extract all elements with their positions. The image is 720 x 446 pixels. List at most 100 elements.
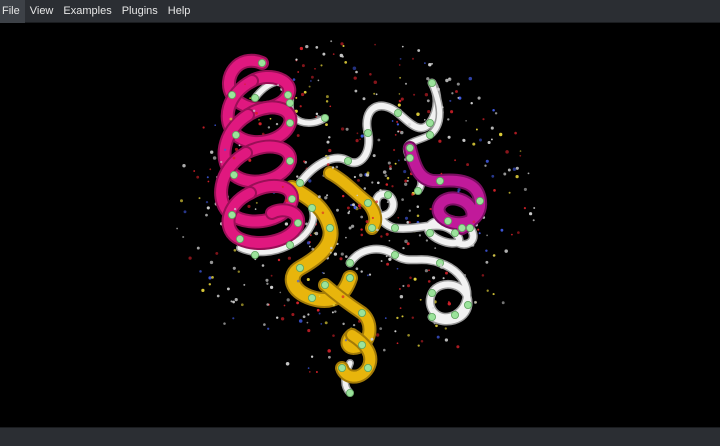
atom-sphere [306,321,309,324]
atom-sphere [388,239,391,242]
atom-sphere [223,322,226,325]
atom-sphere [332,334,335,337]
atom-sphere [387,161,391,165]
atom-sphere [325,100,329,103]
atom-sphere [374,43,376,46]
atom-sphere [386,262,390,266]
atom-sphere [396,267,399,270]
menu-file[interactable]: File [0,0,25,23]
atom-sphere [324,321,328,325]
atom-sphere [368,273,372,276]
atom-sphere [432,306,435,309]
atom-sphere [352,203,355,207]
atom-sphere [416,112,420,117]
atom-sphere [418,234,421,237]
atom-sphere [360,134,364,138]
c-alpha-sphere [283,91,292,100]
atom-sphere [207,180,210,183]
c-alpha-sphere [413,186,422,195]
atom-sphere [330,40,333,43]
atom-sphere [327,349,331,353]
atom-sphere [447,118,450,121]
atom-sphere [352,323,356,327]
atom-sphere [223,148,227,152]
atom-sphere [252,109,256,113]
c-alpha-sphere [345,388,354,397]
atom-sphere [233,248,237,252]
c-alpha-sphere [363,363,372,372]
atom-sphere [193,170,196,172]
menu-help[interactable]: Help [163,0,196,23]
c-alpha-sphere [250,250,259,259]
atom-sphere [307,329,311,333]
c-alpha-sphere [231,131,240,140]
atom-sphere [359,173,363,178]
atom-sphere [311,75,314,79]
c-alpha-sphere [390,223,399,232]
atom-sphere [426,99,430,103]
atom-sphere [413,277,417,281]
menu-view[interactable]: View [25,0,59,23]
atom-sphere [503,172,507,176]
atom-sphere [428,62,432,67]
atom-sphere [208,283,212,286]
atom-sphere [413,93,416,96]
menu-plugins[interactable]: Plugins [117,0,163,23]
atom-sphere [380,260,383,262]
atom-sphere [309,234,312,237]
atom-sphere [492,293,495,296]
atom-sphere [210,150,214,154]
c-alpha-sphere [475,196,484,205]
atom-sphere [352,66,357,71]
atom-sphere [432,276,436,280]
atom-sphere [475,128,478,131]
atom-sphere [296,301,300,305]
c-alpha-sphere [307,293,316,302]
atom-sphere [359,138,361,141]
atom-sphere [310,355,314,358]
atom-sphere [402,284,405,288]
atom-sphere [309,245,311,248]
c-alpha-sphere [425,228,434,237]
atom-sphere [507,168,511,172]
atom-sphere [255,201,258,204]
atom-sphere [291,312,295,317]
status-bar [0,427,720,446]
c-alpha-sphere [435,176,444,185]
molecule-viewport-canvas[interactable] [0,23,720,427]
atom-sphere [444,327,447,330]
c-alpha-sphere [345,258,354,267]
atom-sphere [441,106,444,109]
atom-sphere [508,191,511,194]
atom-sphere [465,120,467,122]
atom-sphere [335,165,339,169]
c-alpha-sphere [383,190,392,199]
atom-sphere [270,285,274,289]
atom-sphere [398,64,401,66]
atom-sphere [436,87,440,91]
atom-sphere [499,132,503,137]
atom-sphere [354,89,358,93]
atom-sphere [355,70,358,74]
menu-examples[interactable]: Examples [58,0,116,23]
c-alpha-sphere [285,156,294,165]
atom-sphere [306,241,311,245]
atom-sphere [490,126,494,130]
atom-sphere [376,181,380,185]
atom-sphere [270,274,273,277]
atom-sphere [295,58,298,61]
protein-structure-render[interactable] [0,23,720,427]
atom-sphere [298,319,303,323]
atom-sphere [440,172,443,175]
c-alpha-sphere [343,156,352,165]
atom-sphere [402,246,405,250]
atom-sphere [267,327,270,330]
atom-sphere [365,220,369,224]
atom-sphere [384,317,387,319]
atom-sphere [462,139,466,142]
atom-sphere [391,185,394,188]
atom-sphere [439,263,443,267]
atom-sphere [345,236,347,239]
c-alpha-sphere [285,119,294,128]
atom-sphere [254,208,257,210]
